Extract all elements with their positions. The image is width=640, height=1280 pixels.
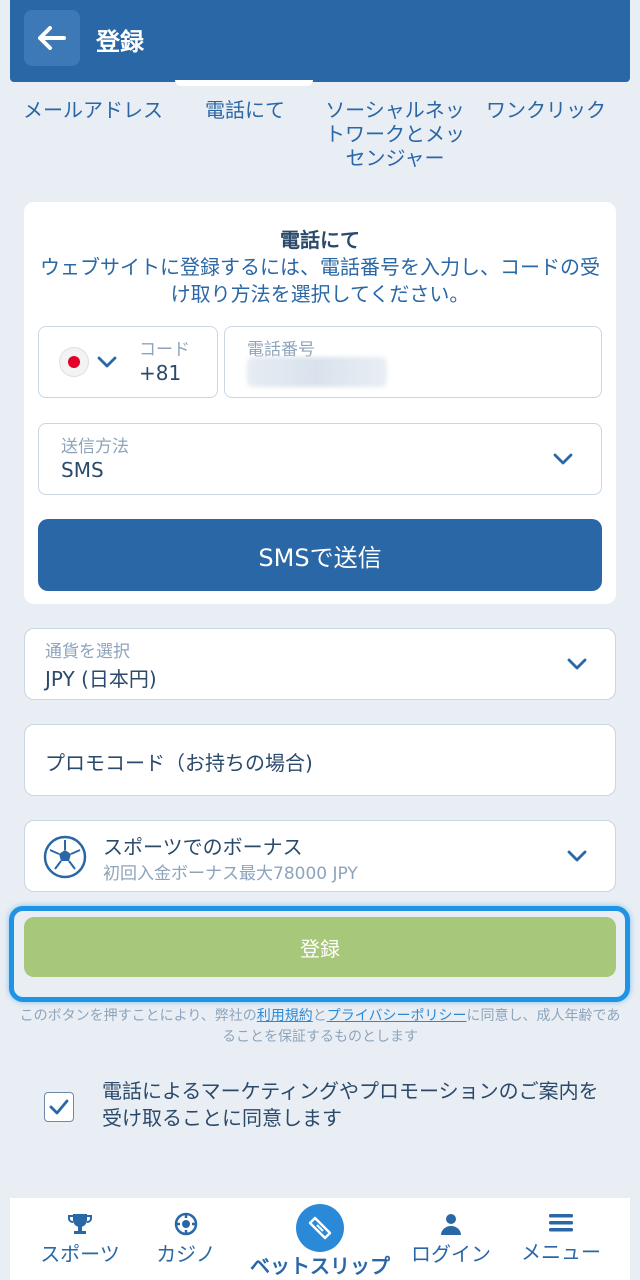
menu-icon [549,1214,573,1232]
send-method-value: SMS [61,458,104,482]
register-focus-ring: 登録 [9,906,630,1002]
checkmark-icon [49,1099,69,1115]
currency-select[interactable]: 通貨を選択 JPY (日本円) [24,628,616,700]
code-label: コード [139,340,190,360]
terms-prefix: このボタンを押すことにより、弊社の [19,1008,257,1024]
betslip-button[interactable] [296,1204,344,1252]
trophy-icon [68,1214,92,1234]
back-button[interactable] [24,10,80,66]
register-button[interactable]: 登録 [24,917,616,977]
terms-link[interactable]: 利用規約 [257,1008,313,1024]
bonus-title: スポーツでのボーナス [103,835,303,859]
card-title: 電話にて [280,228,360,252]
page-title: 登録 [96,28,144,56]
phone-number-input[interactable]: 電話番号 [224,326,602,398]
nav-login[interactable]: ログイン [408,1212,494,1267]
currency-label: 通貨を選択 [45,642,130,662]
send-sms-button[interactable]: SMSで送信 [38,519,602,591]
tab-one-click[interactable]: ワンクリック [484,98,608,122]
phone-value-redacted [247,357,387,387]
tab-social[interactable]: ソーシャルネットワークとメッセンジャー [322,98,468,170]
bonus-subtitle: 初回入金ボーナス最大78000 JPY [103,864,358,884]
casino-chip-icon [174,1212,198,1236]
marketing-consent-label: 電話によるマーケティングやプロモーションのご案内を受け取ることに同意します [102,1079,599,1130]
send-method-select[interactable]: 送信方法 SMS [38,423,602,495]
marketing-consent-checkbox[interactable] [44,1092,74,1122]
active-tab-indicator [175,80,313,86]
nav-sports[interactable]: スポーツ [34,1212,126,1267]
privacy-policy-link[interactable]: プライバシーポリシー [327,1008,467,1024]
nav-betslip-label[interactable]: ベットスリップ [242,1250,398,1279]
terms-and: と [312,1008,327,1024]
nav-login-label: ログイン [411,1242,491,1266]
soccer-ball-icon [43,835,87,879]
promo-placeholder: プロモコード（お持ちの場合) [45,751,313,775]
japan-flag-icon [59,347,89,377]
send-method-label: 送信方法 [61,437,129,457]
nav-menu[interactable]: メニュー [514,1212,608,1265]
nav-casino[interactable]: カジノ [150,1212,222,1267]
country-code-select[interactable]: コード +81 [38,326,218,398]
nav-sports-label: スポーツ [40,1242,120,1266]
nav-menu-label: メニュー [521,1240,601,1264]
bonus-select[interactable]: スポーツでのボーナス 初回入金ボーナス最大78000 JPY [24,820,616,892]
chevron-down-icon [97,356,117,368]
nav-casino-label: カジノ [156,1242,216,1266]
code-value: +81 [139,361,182,385]
user-icon [441,1214,461,1235]
phone-registration-card: 電話にて ウェブサイトに登録するには、電話番号を入力し、コードの受け取り方法を選… [24,202,616,604]
registration-tabs: メールアドレス 電話にて ソーシャルネットワークとメッセンジャー ワンクリック [0,80,640,184]
chevron-down-icon [567,850,587,862]
chevron-down-icon [553,453,573,465]
currency-value: JPY (日本円) [45,667,157,691]
app-header: 登録 [10,0,630,82]
tab-email[interactable]: メールアドレス [22,98,164,122]
bottom-navigation: スポーツ カジノ ベットスリップ ログイン メニュー [10,1198,630,1280]
chevron-down-icon [567,658,587,670]
card-description: ウェブサイトに登録するには、電話番号を入力し、コードの受け取り方法を選択してくだ… [40,255,600,306]
promo-code-input[interactable]: プロモコード（お持ちの場合) [24,724,616,796]
terms-notice: このボタンを押すことにより、弊社の利用規約とプライバシーポリシーに同意し、成人年… [14,1006,626,1048]
tab-phone[interactable]: 電話にて [200,98,290,122]
ticket-icon [308,1216,332,1240]
arrow-left-icon [38,26,66,50]
